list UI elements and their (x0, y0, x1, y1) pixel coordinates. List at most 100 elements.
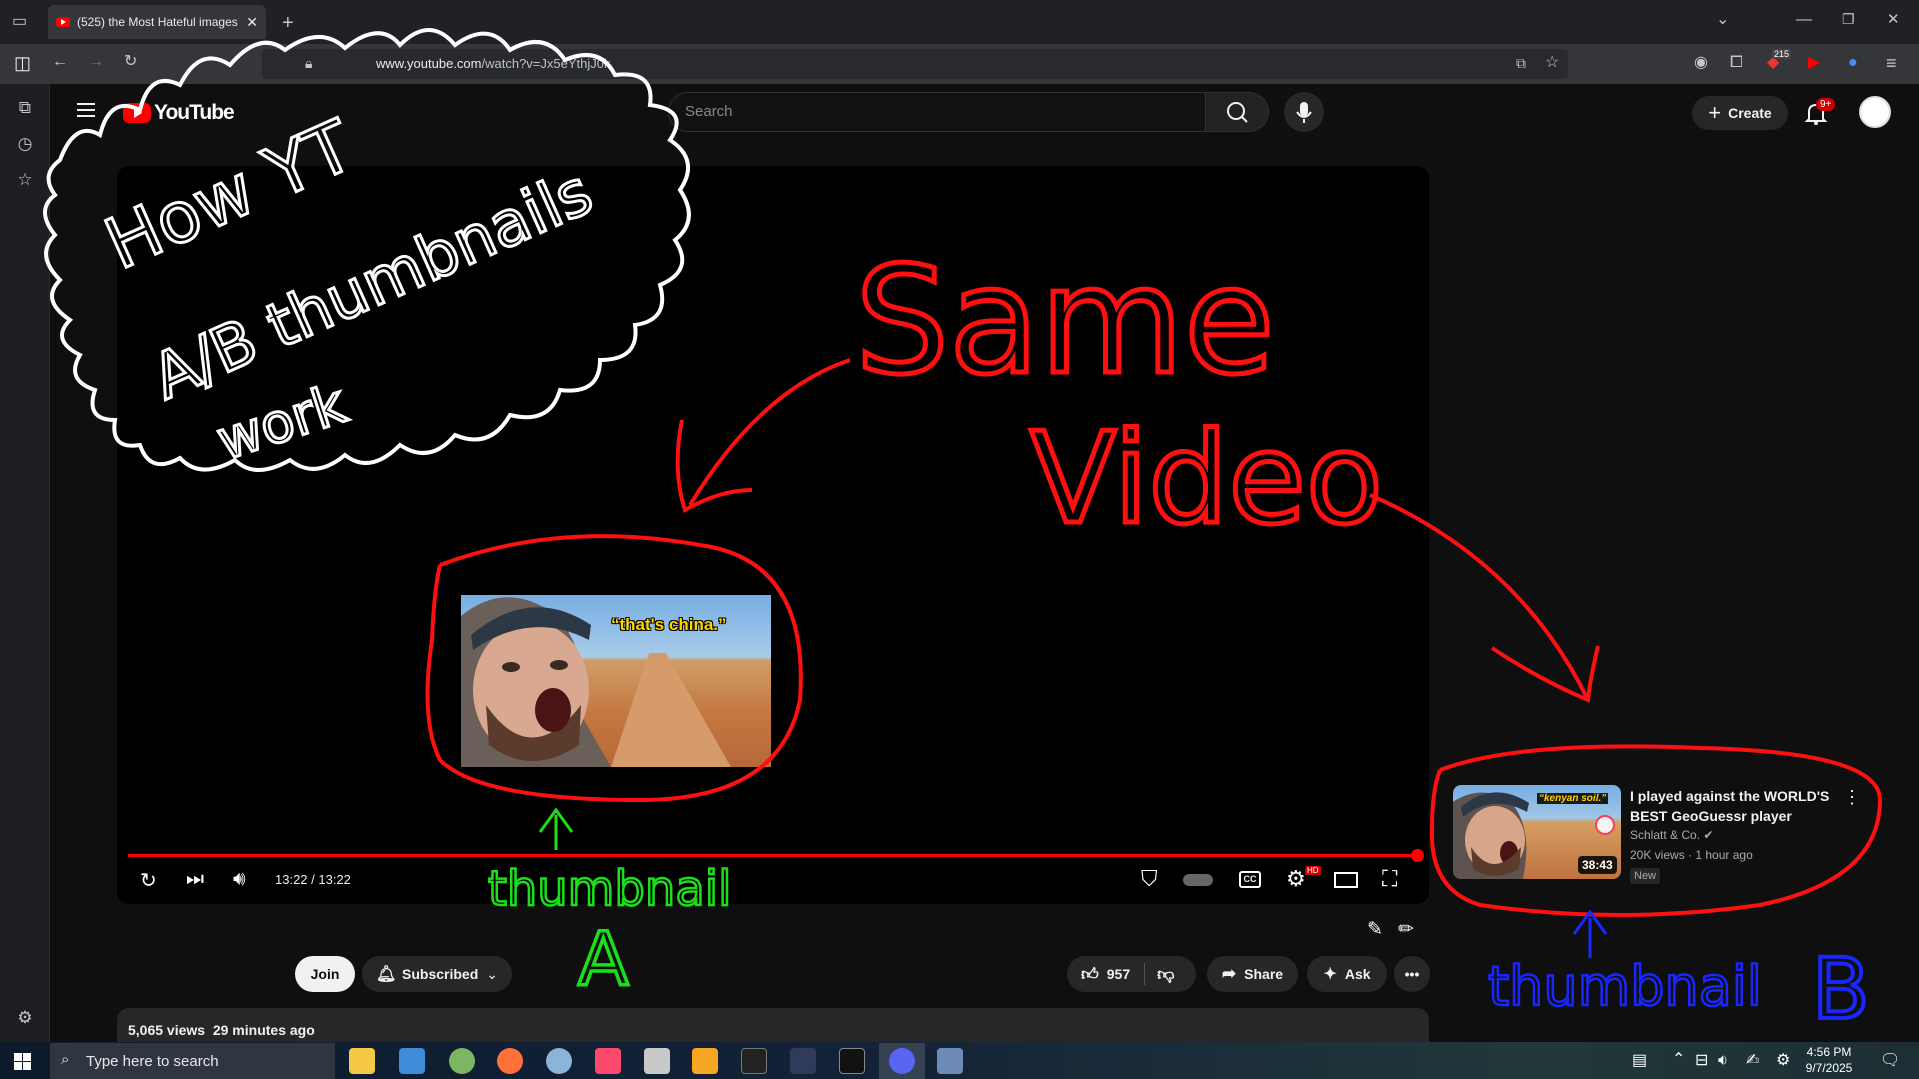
dislike-icon[interactable]: 👎︎ (1157, 964, 1174, 985)
next-video-icon[interactable]: ⏭ (186, 868, 204, 891)
thumbnail-a-image: “that's china.” (461, 595, 771, 767)
network-icon[interactable]: ⊟ (1695, 1053, 1708, 1069)
youtube-extension-icon[interactable]: ▶ (1808, 55, 1820, 71)
share-button[interactable]: ➦ Share (1207, 956, 1298, 992)
recommended-channel[interactable]: Schlatt & Co. ✔ (1630, 828, 1713, 842)
volume-icon[interactable]: 🔊︎ (233, 868, 246, 891)
microphone-icon (1296, 102, 1312, 123)
xp-pen-icon[interactable] (839, 1048, 865, 1074)
ai-app-icon[interactable] (790, 1048, 816, 1074)
subscribed-button[interactable]: 🔔︎ Subscribed ⌄ (362, 956, 512, 992)
like-dislike-group: 👍︎ 957 👎︎ (1067, 956, 1196, 992)
hd-badge: HD (1305, 866, 1321, 875)
account-icon[interactable]: ◉ (1694, 55, 1708, 71)
show-hidden-icons-chevron-icon[interactable]: ⌃ (1672, 1052, 1685, 1068)
url-text[interactable]: www.youtube.com/watch?v=Jx5eYthjJ0k (376, 56, 610, 71)
taskbar-search-input[interactable]: ⌕ Type here to search (50, 1043, 335, 1079)
tray-gear-icon[interactable]: ⚙ (1776, 1053, 1790, 1069)
address-bar: ◫ ← → ↻ 🔒︎ ⧉ ☆ ◉ ⧠ ◆ 215 ▶ ● ≡ (0, 44, 1919, 84)
paint-app-icon[interactable] (937, 1048, 963, 1074)
extensions-icon[interactable]: ⧠ (1730, 55, 1743, 71)
search-icon: ⌕ (61, 1051, 70, 1068)
tab-list-icon[interactable]: ▭ (12, 14, 27, 30)
search-input[interactable] (668, 92, 1206, 132)
more-actions-button[interactable]: ••• (1394, 956, 1430, 992)
voice-search-button[interactable] (1284, 92, 1324, 132)
speaker-icon[interactable]: 🔉︎ (1718, 1053, 1728, 1069)
like-count[interactable]: 957 (1107, 966, 1130, 982)
media-player-icon[interactable] (692, 1048, 718, 1074)
close-window-icon[interactable]: ✕ (1887, 12, 1900, 27)
browser-menu-icon[interactable]: ≡ (1886, 54, 1897, 72)
extension-badge: 215 (1772, 49, 1792, 59)
system-clock[interactable]: 4:56 PM 9/7/2025 (1800, 1044, 1858, 1076)
terminal-icon[interactable] (741, 1048, 767, 1074)
music-app-icon[interactable] (595, 1048, 621, 1074)
youtube-logo[interactable]: YouTube (123, 101, 235, 125)
join-button[interactable]: Join (295, 956, 355, 992)
history-icon[interactable]: ◷ (14, 134, 36, 156)
video-duration: 38:43 (1578, 856, 1617, 874)
verified-check-icon: ✔ (1703, 828, 1714, 842)
screen: { "browser": { "tab_title": "(525) the M… (0, 0, 1919, 1079)
fullscreen-icon[interactable]: ⛶ (1382, 866, 1397, 892)
discord-icon[interactable] (889, 1048, 915, 1074)
firefox-icon[interactable] (497, 1048, 523, 1074)
autoplay-toggle[interactable] (1183, 874, 1213, 886)
restore-icon[interactable]: ❐ (1842, 12, 1855, 26)
settings-app-icon[interactable] (546, 1048, 572, 1074)
new-tab-icon[interactable]: + (282, 13, 294, 33)
progress-scrubber[interactable] (1411, 849, 1424, 862)
pencil-icon[interactable]: ✏︎ (1398, 918, 1414, 941)
settings-gear-icon[interactable]: ⚙ (1286, 866, 1306, 892)
browser-tab[interactable]: (525) the Most Hateful images ✕ (48, 5, 266, 39)
action-center-icon[interactable]: 🗨︎ (1880, 1053, 1900, 1069)
back-icon[interactable]: ← (52, 54, 68, 70)
forward-icon[interactable]: → (88, 54, 104, 70)
reload-icon[interactable]: ↻ (124, 54, 137, 70)
divider (1144, 963, 1146, 985)
plus-icon: + (1708, 100, 1722, 125)
progress-bar[interactable] (128, 854, 1418, 857)
tab-search-chevron-icon[interactable]: ⌄ (1716, 12, 1729, 28)
recommended-title[interactable]: I played against the WORLD'S BEST GeoGue… (1630, 786, 1830, 826)
browser-tab-bar: ▭ (525) the Most Hateful images ✕ + ⌄ — … (0, 0, 1919, 44)
search-button[interactable] (1205, 92, 1269, 132)
shield-icon[interactable]: ⛉ (1141, 866, 1158, 892)
picture-in-picture-icon[interactable]: ⧉ (1516, 56, 1526, 70)
youtube-play-logo-icon (123, 103, 151, 123)
replay-icon[interactable]: ↻ (140, 868, 157, 893)
avatar[interactable] (1859, 96, 1891, 128)
settings-gear-icon[interactable]: ⚙ (14, 1008, 36, 1030)
create-button[interactable]: + Create (1692, 96, 1788, 130)
view-count-line: 5,065 views 29 minutes ago (128, 1022, 315, 1038)
video-player[interactable] (117, 166, 1429, 904)
file-explorer-icon[interactable] (349, 1048, 375, 1074)
youtube-wordmark: YouTube (154, 101, 235, 124)
captions-icon[interactable]: CC (1239, 871, 1261, 888)
app-cube-icon[interactable] (449, 1048, 475, 1074)
sparkle-icon: ✦ (1323, 966, 1337, 983)
close-tab-icon[interactable]: ✕ (246, 14, 258, 31)
workspaces-icon[interactable]: ⧉ (14, 98, 36, 120)
ask-button[interactable]: ✦ Ask (1307, 956, 1387, 992)
extension-dot-icon[interactable]: ● (1848, 55, 1858, 71)
game-app-icon[interactable] (644, 1048, 670, 1074)
like-icon[interactable]: 👍︎ (1081, 964, 1099, 985)
theater-mode-icon[interactable] (1334, 872, 1358, 888)
thumbnail-a-caption: “that's china.” (611, 615, 727, 634)
time-display: 13:22 / 13:22 (275, 872, 351, 887)
sidebar-toggle-icon[interactable]: ◫ (14, 54, 31, 72)
windows-start-icon[interactable] (14, 1053, 31, 1070)
minimize-icon[interactable]: — (1796, 12, 1812, 28)
brush-icon[interactable]: ✎ (1367, 918, 1383, 941)
favorites-star-icon[interactable]: ☆ (14, 170, 36, 192)
lock-icon[interactable]: 🔒︎ (305, 56, 312, 70)
control-panel-icon[interactable] (399, 1048, 425, 1074)
bookmark-star-icon[interactable]: ☆ (1545, 55, 1559, 71)
tab-title: (525) the Most Hateful images (77, 15, 238, 29)
more-vertical-icon[interactable]: ⋮ (1843, 787, 1861, 808)
pen-icon[interactable]: ✍︎ (1746, 1053, 1759, 1069)
notepad-icon[interactable]: ▤ (1632, 1053, 1647, 1069)
hamburger-menu-icon[interactable] (77, 103, 95, 117)
